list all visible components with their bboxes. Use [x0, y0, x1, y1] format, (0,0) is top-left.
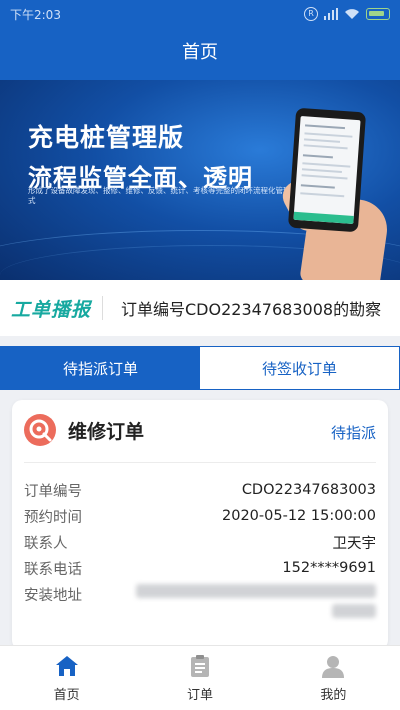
promo-banner[interactable]: 充电桩管理版 流程监管全面、透明 形成了设备故障发现、报修、维修、反馈、统计、考…: [0, 80, 400, 280]
field-label: 安装地址: [24, 587, 82, 604]
announcement-ticker[interactable]: 工单播报 订单编号CDO22347683008的勘察: [0, 280, 400, 336]
field-appointment: 预约时间 2020-05-12 15:00:00: [24, 504, 376, 528]
phone-action-bar: [293, 211, 354, 224]
divider: [24, 462, 376, 463]
field-phone: 联系电话 152****9691: [24, 556, 376, 580]
nav-label: 我的: [320, 687, 347, 703]
banner-description: 形成了设备故障发现、报修、维修、反馈、统计、考核等完整的闭环流程化管理模式: [28, 186, 298, 205]
ticker-tag: 工单播报: [10, 298, 91, 321]
r-badge-icon: R: [304, 7, 318, 21]
tab-pending-sign[interactable]: 待签收订单: [200, 347, 399, 389]
status-time: 下午2:03: [10, 7, 61, 22]
nav-label: 首页: [53, 687, 80, 703]
field-label: 订单编号: [24, 483, 82, 500]
order-card[interactable]: 维修订单 待指派 订单编号 CDO22347683003 预约时间 2020-0…: [12, 400, 388, 650]
repair-order-icon: [24, 414, 56, 446]
home-icon: [55, 655, 78, 676]
banner-title: 充电桩管理版: [28, 123, 185, 152]
field-label: 联系电话: [24, 561, 82, 578]
order-type-title: 维修订单: [68, 421, 145, 443]
nav-label: 订单: [186, 687, 213, 703]
user-icon: [322, 655, 345, 678]
nav-orders[interactable]: 订单: [133, 646, 266, 710]
tab-pending-assign[interactable]: 待指派订单: [1, 347, 200, 389]
order-tabs: 待指派订单 待签收订单: [0, 346, 400, 390]
nav-profile[interactable]: 我的: [267, 646, 400, 710]
phone-screen: [293, 116, 361, 224]
status-icons: R: [304, 7, 390, 21]
phone-value: 152****9691: [282, 560, 376, 576]
clipboard-icon: [190, 654, 209, 677]
wifi-icon: [345, 9, 359, 19]
signal-icon: [324, 8, 338, 20]
app-header: 下午2:03 R 首页: [0, 0, 400, 80]
status-bar: 下午2:03 R: [0, 0, 400, 28]
bottom-nav: 首页 订单 我的: [0, 645, 400, 710]
field-label: 预约时间: [24, 509, 82, 526]
nav-home[interactable]: 首页: [0, 646, 133, 710]
battery-icon: [366, 8, 390, 20]
appointment-time-value: 2020-05-12 15:00:00: [222, 508, 376, 524]
field-label: 联系人: [24, 535, 68, 552]
order-number-value: CDO22347683003: [241, 482, 376, 498]
ticker-message[interactable]: 订单编号CDO22347683008的勘察: [103, 296, 400, 320]
order-card-header: 维修订单 待指派: [12, 400, 388, 460]
field-contact: 联系人 卫天宇: [24, 530, 376, 554]
order-status-badge: 待指派: [330, 424, 376, 442]
contact-name-value: 卫天宇: [332, 535, 377, 552]
field-order-no: 订单编号 CDO22347683003: [24, 478, 376, 502]
phone-illustration: [287, 107, 367, 233]
address-value-blurred: [136, 580, 376, 624]
page-title: 首页: [182, 42, 218, 63]
